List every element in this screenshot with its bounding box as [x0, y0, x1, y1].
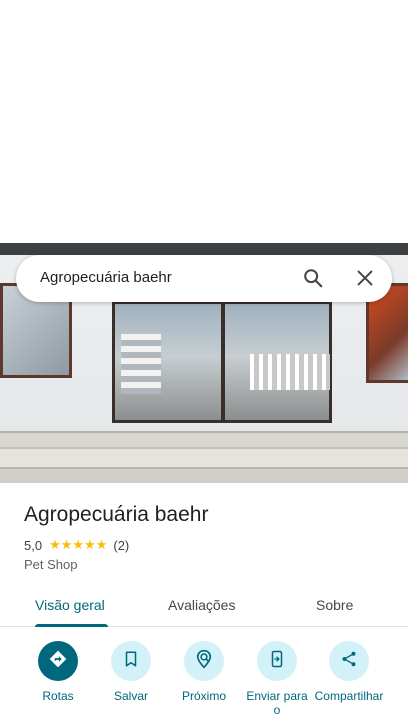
tab-reviews[interactable]: Avaliações [168, 597, 235, 613]
share-label: Compartilhar [314, 689, 384, 703]
star-rating-icon: ★★★★★ [49, 537, 108, 552]
rating-row[interactable]: 5,0 ★★★★★ (2) [24, 537, 129, 553]
save-button[interactable]: Salvar [94, 641, 168, 703]
send-to-phone-icon [268, 650, 286, 673]
search-query[interactable]: Agropecuária baehr [40, 269, 172, 286]
share-icon [340, 650, 358, 673]
bookmark-icon [122, 650, 140, 673]
nearby-label: Próximo [181, 689, 226, 703]
nearby-button[interactable]: Próximo [167, 641, 241, 703]
tab-overview[interactable]: Visão geral [35, 597, 105, 613]
share-button[interactable]: Compartilhar [312, 641, 386, 703]
rating-value: 5,0 [24, 537, 43, 553]
send-to-phone-label: Enviar para o [246, 689, 308, 717]
place-category[interactable]: Pet Shop [24, 557, 78, 572]
active-tab-indicator [35, 624, 108, 627]
map-blank-area [0, 0, 408, 243]
search-icon[interactable] [302, 267, 324, 289]
close-icon[interactable] [354, 267, 376, 289]
place-title: Agropecuária baehr [24, 503, 209, 526]
save-label: Salvar [113, 689, 148, 703]
nearby-icon [194, 649, 214, 674]
directions-icon [48, 649, 68, 674]
tab-bar: Visão geral Avaliações Sobre [0, 589, 408, 627]
directions-label: Rotas [42, 689, 74, 703]
review-count: (2) [113, 537, 130, 553]
tab-about[interactable]: Sobre [316, 597, 353, 613]
directions-button[interactable]: Rotas [21, 641, 95, 703]
search-bar[interactable]: Agropecuária baehr [16, 255, 392, 302]
send-to-phone-button[interactable]: Enviar para o [240, 641, 314, 717]
